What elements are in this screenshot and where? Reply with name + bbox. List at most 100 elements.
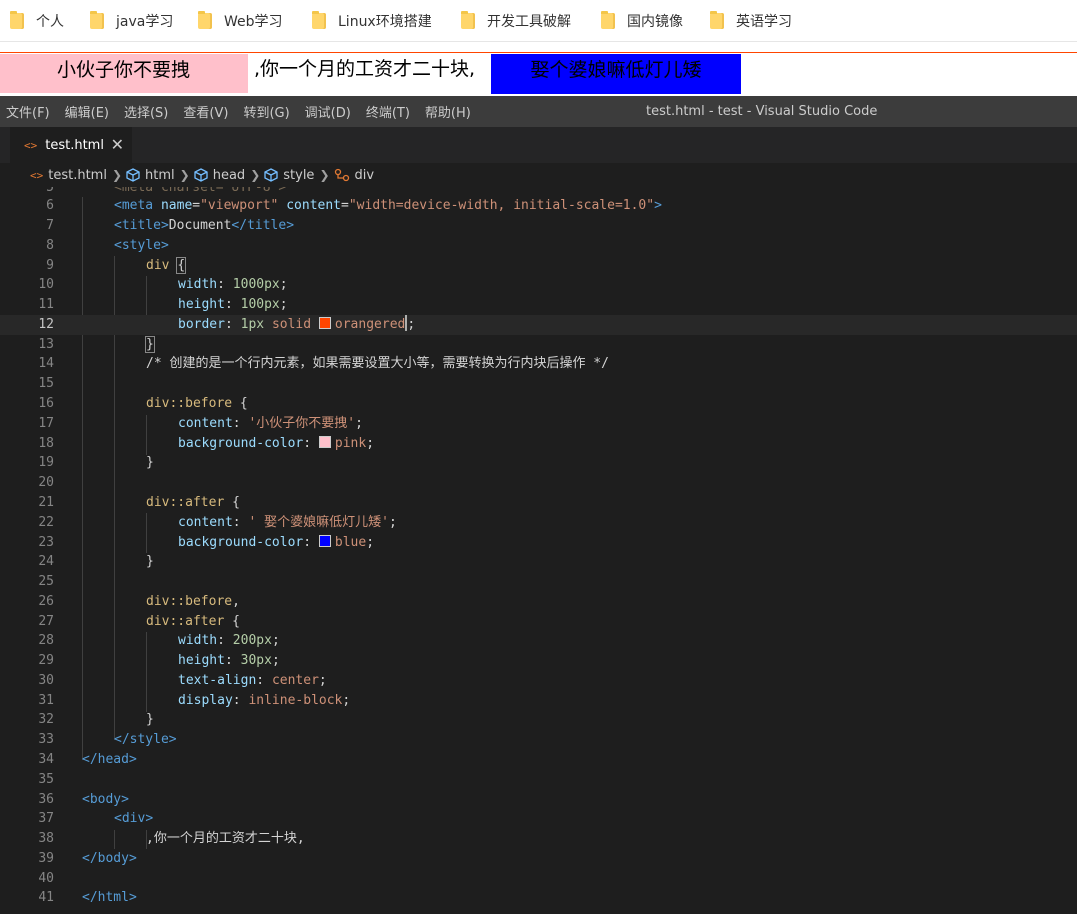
tab-test-html[interactable]: <> test.html ✕	[10, 127, 132, 163]
code-line: 24}	[38, 554, 154, 569]
bookmark-label: 国内镜像	[627, 14, 683, 30]
code-line: 23 background-color: blue;	[38, 535, 375, 550]
menu-file[interactable]: 文件(F)	[6, 102, 50, 121]
chevron-right-icon: ❯	[250, 168, 261, 182]
bookmark-folder[interactable]: 个人	[10, 11, 64, 31]
code-line: 16 div::before {	[38, 396, 248, 411]
code-line: 35	[38, 772, 54, 787]
demo-div: 小伙子你不要拽 ,你一个月的工资才二十块, 娶个婆娘嘛低灯儿矮	[0, 52, 1077, 94]
breadcrumb-div[interactable]: div	[334, 167, 375, 183]
code-line: 19}	[38, 455, 154, 470]
color-swatch-pink[interactable]	[318, 436, 331, 448]
cube-icon	[126, 168, 140, 182]
code-line: 28 width: 200px;	[38, 633, 280, 648]
bookmarks-bar: 个人 java学习 Web学习 Linux环境搭建 开发工具破解 国内镜像 英语…	[0, 0, 1077, 42]
code-line: 14/* 创建的是一个行内元素，如果需要设置大小等，需要转换为行内块后操作 */	[38, 356, 609, 371]
breadcrumb-label: style	[283, 167, 315, 183]
code-line: 10 width: 1000px;	[38, 277, 288, 292]
code-line: 33 </style>	[38, 732, 177, 747]
code-line: 34 </head>	[38, 752, 137, 767]
code-line: 27 div::after {	[38, 614, 240, 629]
chevron-right-icon: ❯	[179, 168, 190, 182]
code-line: 6 <meta name="viewport" content="width=de…	[46, 198, 662, 213]
breadcrumb-style[interactable]: style	[264, 168, 314, 183]
breadcrumb-head[interactable]: head	[194, 168, 245, 183]
window-title: test.html - test - Visual Studio Code	[646, 104, 878, 119]
menu-edit[interactable]: 编辑(E)	[65, 102, 109, 121]
breadcrumb-label: html	[145, 167, 175, 183]
vscode-titlebar: 文件(F) 编辑(E) 选择(S) 查看(V) 转到(G) 调试(D) 终端(T…	[0, 96, 1077, 127]
menu-terminal[interactable]: 终端(T)	[366, 102, 410, 121]
color-swatch-blue[interactable]	[318, 535, 331, 547]
code-line: 41 </html>	[38, 890, 137, 905]
bookmark-folder[interactable]: 开发工具破解	[461, 11, 571, 31]
code-line: 36 <body>	[38, 792, 129, 807]
after-pseudo-box: 娶个婆娘嘛低灯儿矮	[491, 54, 741, 94]
menu-go[interactable]: 转到(G)	[243, 102, 289, 121]
code-line: 37 <div>	[38, 811, 154, 826]
bookmark-folder[interactable]: java学习	[90, 11, 173, 31]
editor-tab-bar: <> test.html ✕	[0, 127, 1077, 163]
breadcrumb-label: test.html	[48, 167, 107, 183]
code-line: 31 display: inline-block;	[38, 693, 351, 708]
chevron-right-icon: ❯	[319, 168, 330, 182]
bookmark-folder[interactable]: 英语学习	[710, 11, 792, 31]
folder-icon	[198, 11, 212, 29]
code-line: 22 content: ' 娶个婆娘嘛低灯儿矮';	[38, 515, 397, 530]
css-selector-icon	[334, 168, 350, 182]
folder-icon	[90, 11, 104, 29]
code-line: 40	[38, 871, 54, 886]
menu-help[interactable]: 帮助(H)	[425, 102, 471, 121]
menu-debug[interactable]: 调试(D)	[305, 102, 351, 121]
code-line: 13}	[38, 336, 155, 353]
html-file-icon: <>	[24, 138, 38, 152]
folder-icon	[312, 11, 326, 29]
code-line: 21 div::after {	[38, 495, 240, 510]
div-text: ,你一个月的工资才二十块,	[254, 58, 476, 80]
folder-icon	[601, 11, 615, 29]
color-swatch-orangered[interactable]	[318, 317, 331, 329]
code-line: 9 div {	[46, 257, 187, 274]
cube-icon	[264, 168, 278, 182]
menu-view[interactable]: 查看(V)	[183, 102, 228, 121]
code-line-current: 12 border: 1px solid orangered;	[0, 315, 1077, 335]
code-line: 7 <title>Document</title>	[46, 218, 295, 233]
folder-icon	[710, 11, 724, 29]
bookmark-folder[interactable]: 国内镜像	[601, 11, 683, 31]
chevron-right-icon: ❯	[111, 168, 123, 182]
breadcrumb-html[interactable]: html	[126, 168, 175, 183]
html-file-icon: <>	[30, 168, 44, 182]
code-line: 15	[38, 376, 54, 391]
code-line: 30 text-align: center;	[38, 673, 327, 688]
breadcrumb-label: div	[354, 167, 375, 183]
bookmark-label: 开发工具破解	[487, 14, 571, 30]
close-icon[interactable]: ✕	[111, 135, 124, 154]
breadcrumb-label: head	[212, 167, 246, 183]
code-editor[interactable]: 5 <meta charset="UTF-8"> 6 <meta name="vie…	[0, 187, 1077, 914]
code-line: 25	[38, 574, 54, 589]
code-line: 11 height: 100px;	[38, 297, 288, 312]
code-line: 18 background-color: pink;	[38, 436, 375, 451]
bookmark-label: 英语学习	[736, 14, 792, 30]
page-preview: 小伙子你不要拽 ,你一个月的工资才二十块, 娶个婆娘嘛低灯儿矮	[0, 42, 1077, 96]
breadcrumb-file[interactable]: <> test.html	[30, 168, 107, 183]
code-line: 26 div::before,	[38, 594, 240, 609]
menu-selection[interactable]: 选择(S)	[124, 102, 168, 121]
code-line: 20	[38, 475, 54, 490]
bookmark-folder[interactable]: Linux环境搭建	[312, 11, 432, 31]
bookmark-folder[interactable]: Web学习	[198, 11, 283, 31]
code-line: 17 content: '小伙子你不要拽';	[38, 416, 363, 431]
cube-icon	[194, 168, 208, 182]
code-line: 38 ,你一个月的工资才二十块,	[38, 831, 305, 846]
bookmark-label: 个人	[36, 14, 64, 30]
code-line: 39 </body>	[38, 851, 137, 866]
before-pseudo-box: 小伙子你不要拽	[0, 54, 248, 93]
bookmark-label: java学习	[116, 14, 174, 30]
breadcrumb: <> test.html ❯ html ❯ head ❯ style ❯ div	[0, 163, 1077, 187]
bookmark-label: Linux环境搭建	[338, 14, 432, 30]
tab-label: test.html	[45, 137, 104, 153]
code-line: 29 height: 30px;	[38, 653, 280, 668]
code-line: 8 <style>	[46, 238, 169, 253]
menu-bar: 文件(F) 编辑(E) 选择(S) 查看(V) 转到(G) 调试(D) 终端(T…	[6, 96, 486, 127]
code-line: 32}	[38, 712, 154, 727]
